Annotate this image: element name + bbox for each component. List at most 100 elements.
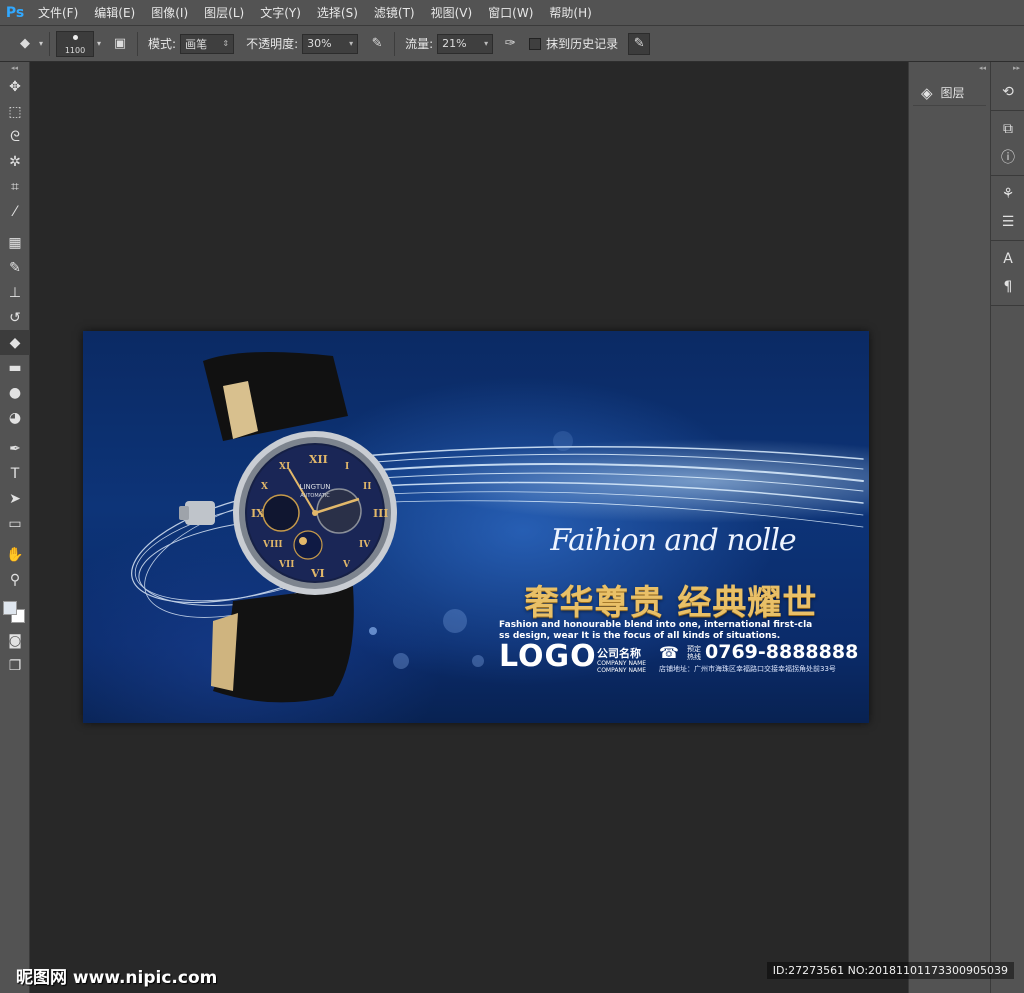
menu-view[interactable]: 视图(V) [423, 0, 481, 26]
company-name-en-2: COMPANY NAME [597, 667, 647, 674]
pen-tool[interactable]: ✒ [0, 436, 30, 461]
crop-tool[interactable]: ⌗ [0, 174, 30, 199]
tools-panel: ◂◂ ✥ ⬚ ᘓ ✲ ⌗ ⁄ ▦ ✎ ⊥ ↺ ◆ ▬ ● ◕ ✒ T ➤ ▭ ✋ ⚲ ◙ ❐ [0, 62, 30, 993]
hotline-label-1: 预定 [687, 645, 701, 653]
brush-picker-arrow[interactable]: ▾ [97, 39, 101, 48]
svg-text:XI: XI [279, 462, 290, 472]
pressure-opacity-icon[interactable]: ✎ [366, 33, 388, 55]
main-headline: 奢华尊贵 经典耀世 [524, 583, 818, 623]
collapse-toolbar-icon[interactable]: ◂◂ [0, 62, 29, 74]
brush-size-preview[interactable]: 1100 [56, 30, 95, 57]
character-icon[interactable]: A [991, 245, 1024, 273]
info-icon[interactable]: ⓘ [991, 143, 1024, 171]
hotline-label-2: 热线 [687, 653, 701, 661]
magic-wand-tool[interactable]: ✲ [0, 149, 30, 174]
layers-panel-tab[interactable]: ◈ 图层 [913, 80, 986, 106]
preset-dropdown-arrow[interactable]: ▾ [39, 39, 43, 48]
dodge-tool[interactable]: ◕ [0, 405, 30, 430]
menu-edit[interactable]: 编辑(E) [86, 0, 143, 26]
screen-mode-icon[interactable]: ❐ [0, 653, 30, 678]
flow-value: 21% [442, 37, 467, 50]
erase-to-history-checkbox[interactable] [529, 37, 542, 50]
menu-layer[interactable]: 图层(L) [196, 0, 252, 26]
mode-select[interactable]: 画笔 ⇕ [180, 33, 235, 54]
menu-image[interactable]: 图像(I) [143, 0, 196, 26]
paragraph-icon[interactable]: ¶ [991, 273, 1024, 301]
zoom-tool[interactable]: ⚲ [0, 567, 30, 592]
subdial-left [262, 494, 300, 532]
svg-text:VII: VII [278, 560, 294, 570]
center-pin [312, 510, 318, 516]
eyedropper-tool[interactable]: ⁄ [0, 199, 30, 224]
svg-text:XII: XII [309, 453, 328, 466]
opacity-field[interactable]: 30% ▾ [302, 33, 359, 54]
hotline-label: 预定 热线 [687, 645, 701, 661]
mode-value: 画笔 [185, 37, 208, 51]
icon-group-info: ⧉ ⓘ [991, 111, 1024, 176]
chevron-down-icon: ⇕ [222, 39, 230, 48]
menu-type[interactable]: 文字(Y) [252, 0, 309, 26]
color-swatches [0, 598, 30, 628]
pressure-size-icon[interactable]: ✎ [628, 32, 651, 55]
watermark-site: 昵图网 www.nipic.com [16, 968, 218, 988]
menu-filter[interactable]: 滤镜(T) [366, 0, 423, 26]
options-bar: ◆ ▾ 1100 ▾ ▣ 模式: 画笔 ⇕ 不透明度: 30% ▾ ✎ 流量: 21… [0, 26, 1024, 62]
foreground-color-swatch[interactable] [3, 601, 17, 615]
blur-tool[interactable]: ● [0, 380, 30, 405]
menu-help[interactable]: 帮助(H) [541, 0, 599, 26]
eraser-tool[interactable]: ◆ [0, 330, 30, 355]
marquee-tool[interactable]: ⬚ [0, 99, 30, 124]
watermark-id: ID:27273561 NO:20181101173300905039 [766, 962, 1014, 979]
mode-label: 模式: [148, 37, 177, 51]
light-streaks [362, 445, 864, 528]
watch-sub: AUTOMATIC [300, 493, 330, 499]
path-selection-tool[interactable]: ➤ [0, 486, 30, 511]
moonphase-subdial [293, 530, 323, 560]
icon-group-brush: ⚘ ☰ [991, 176, 1024, 241]
watch-brand: LINGTUN [299, 483, 330, 491]
clone-stamp-tool[interactable]: ⊥ [0, 280, 30, 305]
move-tool[interactable]: ✥ [0, 74, 30, 99]
expand-panels-icon[interactable]: ▸▸ [991, 62, 1024, 74]
airbrush-icon[interactable]: ✑ [499, 33, 521, 55]
divider [49, 31, 51, 56]
type-tool[interactable]: T [0, 461, 30, 486]
panel-icon-strip: ▸▸ ⟲ ⧉ ⓘ ⚘ ☰ A ¶ [990, 62, 1024, 993]
shape-tool[interactable]: ▭ [0, 511, 30, 536]
flow-label: 流量: [405, 37, 434, 51]
hand-tool[interactable]: ✋ [0, 542, 30, 567]
brush-presets-icon[interactable]: ⚘ [991, 180, 1024, 208]
eraser-preset-icon[interactable]: ◆ [14, 33, 36, 55]
company-name-cn: 公司名称 [597, 647, 641, 660]
svg-text:IV: IV [359, 540, 371, 550]
opacity-label: 不透明度: [246, 37, 299, 51]
shop-address: 店铺地址：广州市海珠区幸福路口交接幸福拐角处前33号 [659, 665, 836, 673]
lasso-tool[interactable]: ᘓ [0, 124, 30, 149]
panel-dock: ◂◂ ◈ 图层 [908, 62, 990, 993]
collapse-panels-icon[interactable]: ◂◂ [909, 62, 990, 74]
chevron-down-icon[interactable]: ▾ [349, 39, 353, 48]
history-brush-tool[interactable]: ↺ [0, 305, 30, 330]
quick-mask-icon[interactable]: ◙ [0, 628, 30, 653]
properties-icon[interactable]: ⧉ [991, 115, 1024, 143]
photoshop-window: Ps 文件(F) 编辑(E) 图像(I) 图层(L) 文字(Y) 选择(S) 滤… [0, 0, 1024, 993]
svg-text:I: I [345, 462, 349, 472]
menu-file[interactable]: 文件(F) [30, 0, 86, 26]
document-canvas[interactable]: XII III VI IX I II XI X IV V VIII VII LI… [83, 331, 869, 723]
gradient-tool[interactable]: ▬ [0, 355, 30, 380]
flow-field[interactable]: 21% ▾ [437, 33, 494, 54]
menu-window[interactable]: 窗口(W) [480, 0, 541, 26]
svg-text:X: X [261, 482, 268, 492]
svg-text:V: V [342, 560, 351, 570]
history-icon[interactable]: ⟲ [991, 78, 1024, 106]
brush-panel-toggle-icon[interactable]: ▣ [109, 33, 131, 55]
logo-text: LOGO [499, 639, 597, 674]
script-headline: Faihion and nolle [550, 523, 796, 558]
svg-text:VI: VI [310, 567, 325, 580]
adjustments-icon[interactable]: ☰ [991, 208, 1024, 236]
chevron-down-icon[interactable]: ▾ [484, 39, 488, 48]
brush-tool[interactable]: ✎ [0, 255, 30, 280]
menu-select[interactable]: 选择(S) [309, 0, 366, 26]
healing-brush-tool[interactable]: ▦ [0, 230, 30, 255]
divider [394, 31, 396, 56]
